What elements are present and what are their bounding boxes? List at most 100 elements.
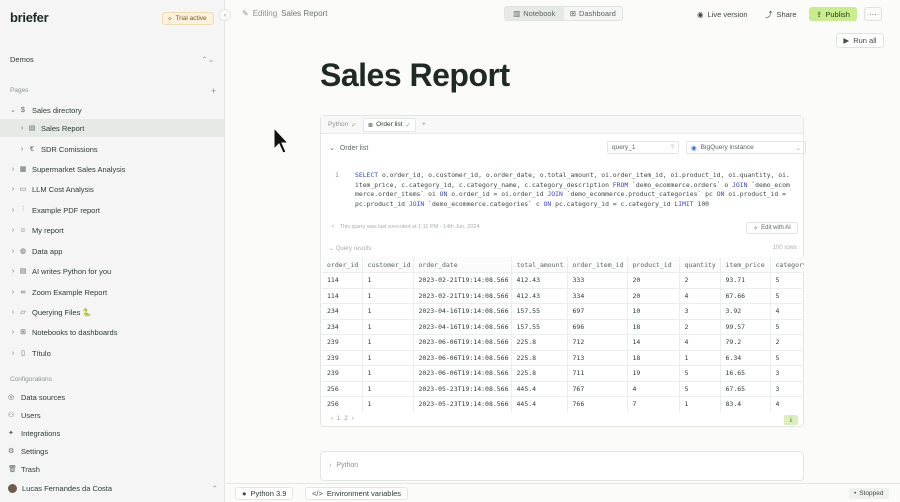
sidebar-item[interactable]: ⌄ $ Sales directory — [0, 101, 224, 119]
table-row[interactable]: 114 1 2023-02-21T19:14:08.566 412.43 333 20 2 9… — [322, 272, 804, 289]
table-row[interactable]: 234 1 2023-04-16T19:14:08.566 157.55 696 18 2 9… — [322, 319, 804, 335]
block-tab-order-list[interactable]: ≣ Order list ✓ — [362, 117, 416, 132]
avatar — [8, 483, 17, 493]
table-cell: 19 — [627, 365, 680, 382]
chevron-right-icon[interactable]: › — [18, 146, 26, 153]
column-header[interactable]: order_item_id — [567, 257, 628, 273]
add-tab-button[interactable]: + — [418, 118, 430, 132]
chevron-down-icon[interactable]: ⌄ — [9, 106, 17, 114]
sidebar-item[interactable]: › ⊞ Notebooks to dashboards — [0, 323, 224, 341]
result-variable-input[interactable]: query_1 ? — [607, 141, 679, 154]
add-page-icon[interactable]: + — [211, 86, 216, 96]
table-row[interactable]: 239 1 2023-06-06T19:14:08.566 225.8 712 14 4 79… — [322, 334, 804, 351]
column-header[interactable]: order_date — [413, 257, 512, 273]
rows-count: 100 rows — [772, 245, 797, 251]
column-header[interactable]: product_id — [627, 257, 680, 273]
chevron-right-icon[interactable]: › — [9, 227, 17, 234]
chevron-right-icon[interactable]: › — [9, 309, 17, 316]
block-title-row[interactable]: ⌄ Order list — [329, 144, 368, 153]
chevron-right-icon[interactable]: › — [9, 166, 17, 173]
sidebar-item[interactable]: › ◍ Data app — [0, 242, 224, 260]
table-cell: 20 — [627, 272, 680, 289]
chevron-right-icon[interactable]: › — [9, 329, 17, 336]
share-button[interactable]: ⤴ Share — [765, 7, 797, 21]
page-title[interactable]: Sales Report — [320, 57, 510, 94]
page-link[interactable]: ‹ — [331, 416, 333, 422]
sidebar-item[interactable]: › ⫶ Example PDF report — [0, 201, 224, 219]
sql-text: `demo_ecommerce.product_categories` pc — [562, 190, 717, 199]
config-item[interactable]: ⚙ Settings — [8, 444, 218, 458]
publish-button[interactable]: ⇪ Publish — [809, 7, 857, 21]
page-link[interactable]: › — [352, 416, 354, 422]
sidebar-item[interactable]: › ▤ Sales Report — [0, 119, 224, 137]
table-cell: 412.43 — [511, 272, 568, 289]
python-version-button[interactable]: ● Python 3.9 — [235, 487, 294, 500]
config-item-label: Settings — [21, 446, 49, 456]
sidebar-item[interactable]: › ☺ My report — [0, 221, 224, 239]
sidebar-item[interactable]: › ▱ Querying Files 🐍 — [0, 303, 224, 321]
chevron-right-icon[interactable]: › — [9, 350, 17, 357]
more-options-button[interactable]: ⋯ — [864, 7, 882, 21]
sidebar-item[interactable]: › € SDR Comissions — [0, 140, 224, 158]
workspace-selector[interactable]: Demos ⌃⌄ — [10, 53, 214, 65]
config-item[interactable]: ⚇ Users — [8, 408, 218, 422]
table-row[interactable]: 256 1 2023-05-23T19:14:08.566 445.4 767 4 5 67.… — [322, 381, 804, 397]
column-header[interactable]: customer_id — [362, 257, 414, 273]
page-link[interactable]: 1 — [337, 416, 340, 422]
table-row[interactable]: 239 1 2023-06-06T19:14:08.566 225.8 711 19 5 16… — [322, 365, 804, 382]
config-item[interactable]: 🗑 Trash — [8, 462, 218, 476]
table-row[interactable]: 239 1 2023-06-06T19:14:08.566 225.8 713 18 1 6.… — [322, 350, 804, 366]
env-vars-button[interactable]: </> Environment variables — [305, 487, 409, 500]
table-cell: 334 — [567, 288, 628, 304]
column-header[interactable]: quantity — [679, 257, 721, 273]
config-item[interactable]: ◎ Data sources — [8, 390, 218, 404]
sidebar-item[interactable]: › ▤ AI writes Python for you — [0, 262, 224, 280]
table-cell: 3 — [679, 303, 721, 320]
chevron-right-icon[interactable]: › — [9, 186, 17, 193]
sidebar-item[interactable]: › ∞ Zoom Example Report — [0, 283, 224, 301]
table-cell: 114 — [322, 272, 363, 289]
python-block[interactable]: › Python — [320, 451, 804, 481]
collapse-sidebar-button[interactable]: ‹ — [219, 9, 231, 21]
sql-editor[interactable]: 1 SELECT o.order_id, o.customer_id, o.or… — [335, 171, 793, 209]
table-row[interactable]: 234 1 2023-04-16T19:14:08.566 157.55 697 10 3 3… — [322, 303, 804, 320]
download-button[interactable]: ⤓ — [784, 415, 798, 425]
page-link[interactable]: 2 — [344, 416, 347, 422]
results-table: order_id customer_id order_date total_amoun… — [322, 257, 804, 412]
trial-badge[interactable]: ✧ Trial active — [162, 12, 214, 25]
table-cell: 99.57 — [720, 319, 771, 335]
column-header[interactable]: order_id — [322, 257, 363, 273]
edit-with-ai-button[interactable]: ✧ Edit with AI — [746, 222, 798, 234]
chevron-right-icon[interactable]: › — [18, 125, 26, 132]
live-version-button[interactable]: ◉ Live version — [697, 7, 748, 21]
sidebar-item[interactable]: › ▭ LLM Cost Analysis — [0, 180, 224, 198]
sidebar-item-label: Querying Files 🐍 — [32, 307, 92, 317]
editing-doc-name: Sales Report — [281, 9, 328, 18]
chevron-right-icon[interactable]: › — [9, 248, 17, 255]
table-row[interactable]: 114 1 2023-02-21T19:14:08.566 412.43 334 20 4 6… — [322, 288, 804, 304]
user-menu[interactable]: Lucas Fernandes da Costa ⌃ — [8, 482, 218, 494]
chevron-right-icon[interactable]: › — [9, 207, 17, 214]
tab-dashboard[interactable]: ⊞ Dashboard — [564, 7, 623, 20]
editing-indicator: ✎ Editing Sales Report — [242, 9, 327, 18]
sidebar-item-label: SDR Comissions — [41, 144, 98, 154]
sql-text: 100 — [693, 199, 710, 208]
column-header[interactable]: category_ — [770, 257, 804, 273]
chevron-right-icon[interactable]: › — [9, 289, 17, 296]
config-item[interactable]: ✦ Integrations — [8, 426, 218, 440]
results-toggle[interactable]: ⌄ Query results — [329, 245, 371, 252]
sidebar-item[interactable]: › ▦ Supermarket Sales Analysis — [0, 160, 224, 178]
run-all-button[interactable]: ▶ Run all — [836, 33, 884, 48]
sidebar-item[interactable]: › ▯ Título — [0, 344, 224, 362]
table-cell: 239 — [322, 365, 363, 382]
table-cell: 4 — [770, 396, 804, 412]
column-header[interactable]: item_price — [720, 257, 771, 273]
table-cell: 67.66 — [720, 288, 771, 304]
column-header[interactable]: total_amount — [511, 257, 568, 273]
block-tab-python[interactable]: Python ✓ — [324, 118, 361, 132]
table-row[interactable]: 256 1 2023-05-23T19:14:08.566 445.4 766 7 1 83.… — [322, 396, 804, 412]
tab-notebook[interactable]: ▥ Notebook — [505, 7, 564, 20]
datasource-select[interactable]: ◉ BigQuery instance ⌄ — [686, 141, 806, 154]
results-table-wrapper[interactable]: order_id customer_id order_date total_amoun… — [322, 257, 804, 412]
chevron-right-icon[interactable]: › — [9, 268, 17, 275]
